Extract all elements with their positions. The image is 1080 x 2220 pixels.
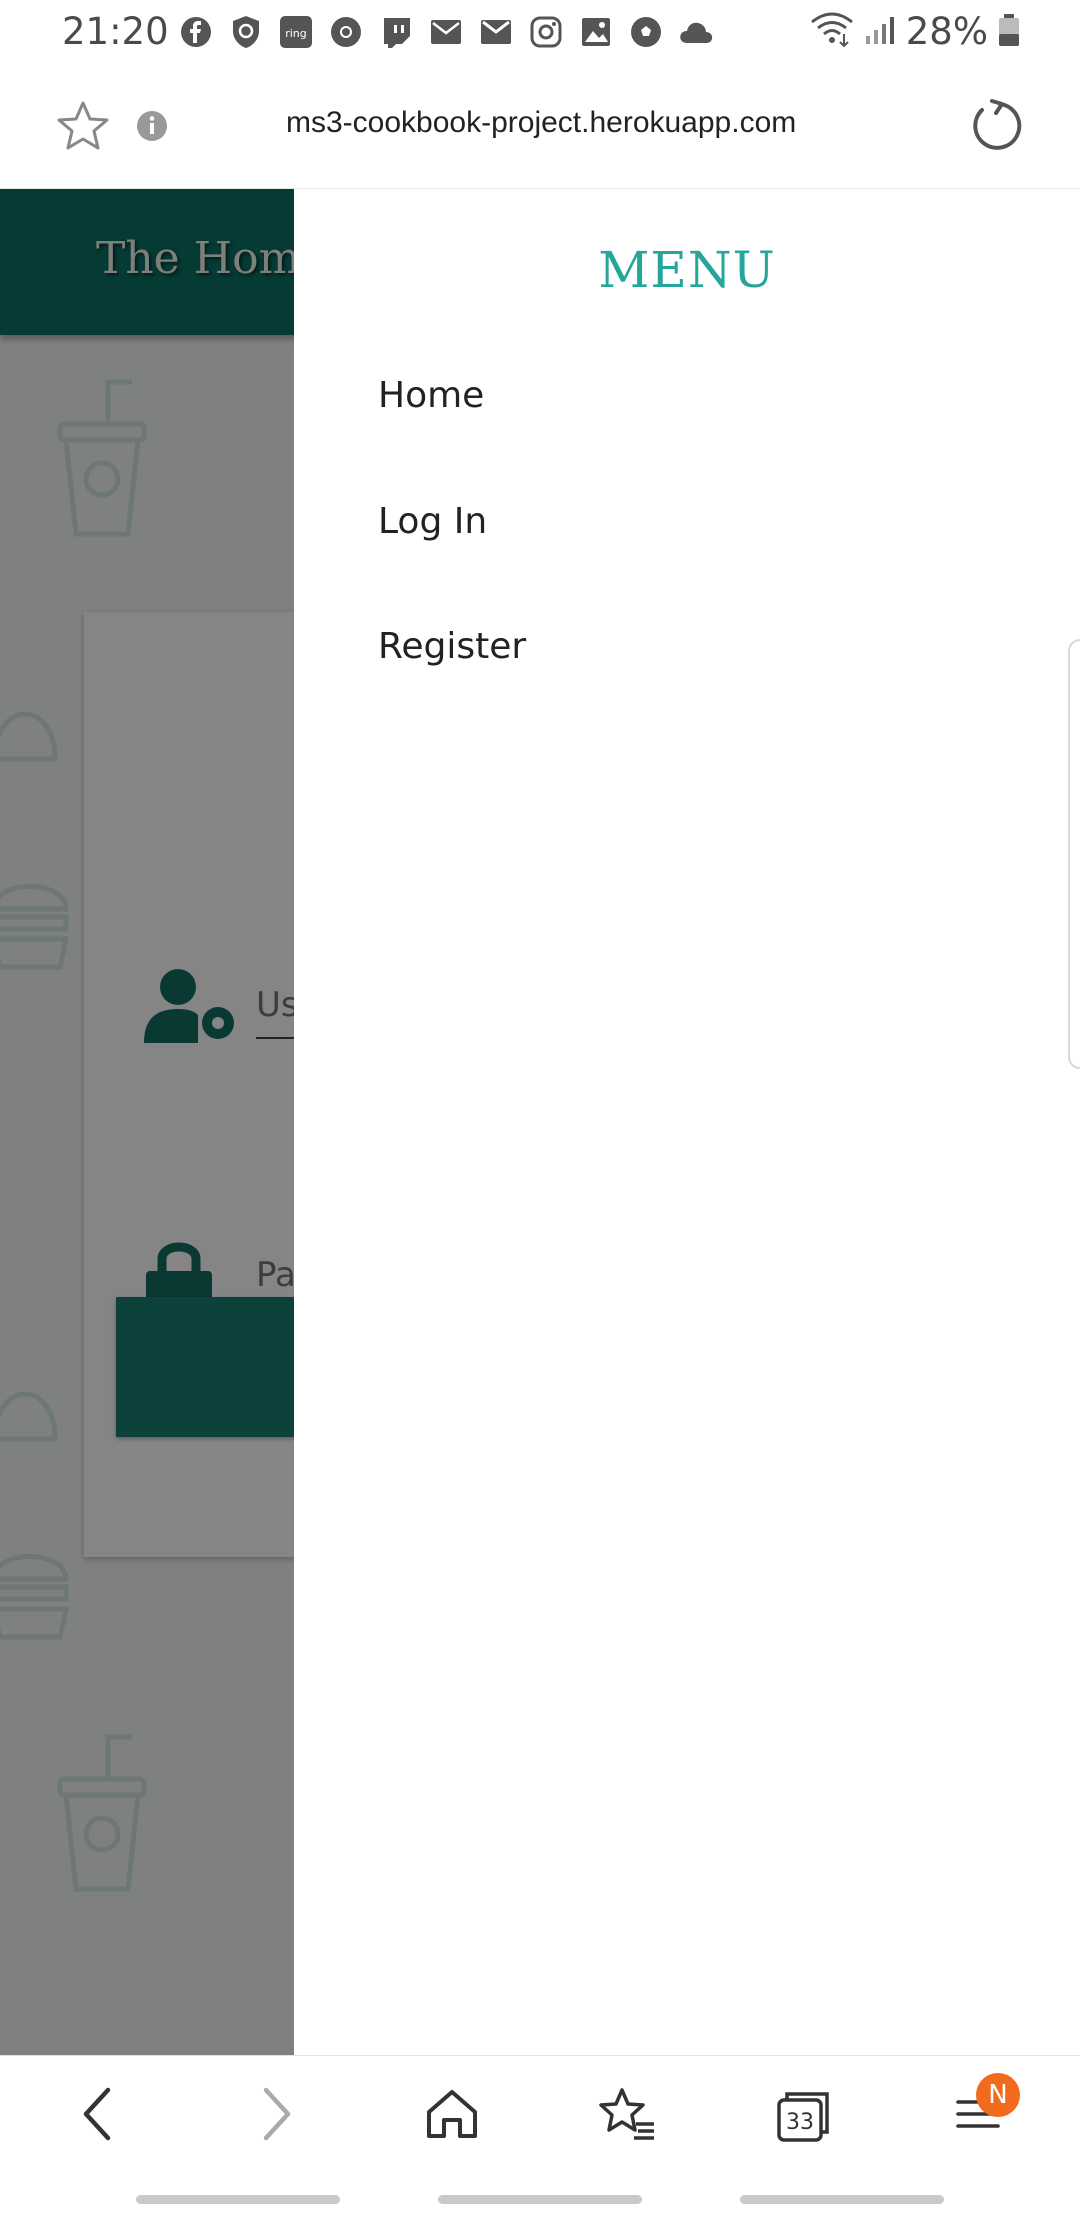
mail-icon bbox=[428, 14, 464, 50]
wifi-icon bbox=[810, 12, 854, 52]
browser-url-bar: ms3-cookbook-project.herokuapp.com bbox=[0, 66, 1080, 189]
status-time: 21:20 bbox=[62, 10, 169, 53]
edge-panel-handle[interactable] bbox=[1068, 639, 1080, 1069]
soccer-icon bbox=[628, 14, 664, 50]
tabs-icon: 33 bbox=[775, 2088, 833, 2144]
menu-item-register[interactable]: Register bbox=[378, 626, 526, 667]
gesture-pill-center[interactable] bbox=[438, 2195, 642, 2204]
facebook-icon bbox=[178, 14, 214, 50]
status-bar: 21:20 ring 28% bbox=[0, 0, 1080, 66]
screen: 21:20 ring 28% ms3-cookbook-project.hero… bbox=[0, 0, 1080, 2220]
battery-percent: 28% bbox=[905, 10, 988, 53]
menu-item-log-in[interactable]: Log In bbox=[378, 501, 487, 542]
side-nav-drawer: MENU Home Log In Register bbox=[294, 189, 1080, 2055]
cloud-icon bbox=[678, 14, 714, 50]
shield-icon bbox=[228, 14, 264, 50]
star-list-icon bbox=[598, 2086, 658, 2146]
home-button[interactable] bbox=[412, 2076, 492, 2156]
menu-title: MENU bbox=[598, 241, 776, 299]
menu-item-home[interactable]: Home bbox=[378, 375, 484, 416]
battery-icon bbox=[998, 13, 1020, 51]
url-text[interactable]: ms3-cookbook-project.herokuapp.com bbox=[286, 106, 796, 140]
gesture-pill-left[interactable] bbox=[136, 2195, 340, 2204]
chrome-icon bbox=[328, 14, 364, 50]
notification-icons: ring bbox=[178, 14, 714, 50]
bookmarks-button[interactable] bbox=[588, 2076, 668, 2156]
ring-icon: ring bbox=[278, 14, 314, 50]
tabs-button[interactable]: 33 bbox=[764, 2076, 844, 2156]
svg-text:ring: ring bbox=[285, 27, 307, 40]
back-button[interactable] bbox=[58, 2076, 138, 2156]
browser-bottom-bar: 33 bbox=[0, 2055, 1080, 2176]
forward-button[interactable] bbox=[236, 2076, 316, 2156]
home-icon bbox=[424, 2086, 480, 2146]
site-info-icon[interactable] bbox=[136, 110, 168, 146]
twitch-icon bbox=[378, 14, 414, 50]
reload-icon[interactable] bbox=[968, 98, 1024, 158]
tabs-count: 33 bbox=[786, 2109, 814, 2135]
signal-icon bbox=[864, 14, 896, 50]
gmail-icon bbox=[478, 14, 514, 50]
notification-badge: N bbox=[976, 2073, 1020, 2117]
chevron-left-icon bbox=[78, 2084, 118, 2148]
instagram-icon bbox=[528, 14, 564, 50]
bookmark-star-icon[interactable] bbox=[56, 100, 110, 156]
status-right: 28% bbox=[810, 10, 1020, 53]
gesture-pill-right[interactable] bbox=[740, 2195, 944, 2204]
chevron-right-icon bbox=[256, 2084, 296, 2148]
gallery-icon bbox=[578, 14, 614, 50]
